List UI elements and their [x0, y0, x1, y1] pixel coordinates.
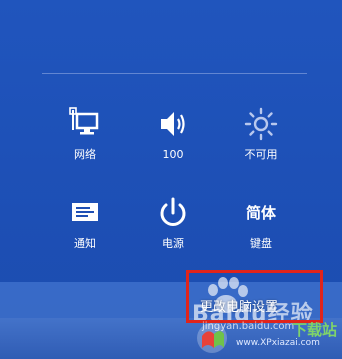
- volume-level: 100: [162, 148, 184, 161]
- settings-charm-panel: 网络 100 不可用 通知 电源 简体 键盘 更改电脑设置 Baidu经验 ji…: [0, 0, 342, 359]
- keyboard-label: 键盘: [250, 237, 272, 250]
- brightness-label: 不可用: [244, 148, 278, 161]
- notifications-label: 通知: [74, 237, 96, 250]
- network-tile[interactable]: 网络: [54, 106, 116, 162]
- volume-tile[interactable]: 100: [142, 106, 204, 162]
- network-label: 网络: [74, 148, 96, 161]
- keyboard-ime-icon: 简体: [245, 204, 276, 222]
- power-label: 电源: [162, 237, 184, 250]
- divider: [42, 73, 307, 74]
- more-pc-settings-link[interactable]: [186, 270, 323, 323]
- power-icon: [160, 197, 186, 226]
- notifications-tile[interactable]: 通知: [54, 195, 116, 251]
- volume-icon: [161, 112, 185, 136]
- power-tile[interactable]: 电源: [142, 195, 204, 251]
- notifications-icon: [72, 203, 98, 221]
- brightness-tile[interactable]: 不可用: [230, 106, 292, 162]
- keyboard-tile[interactable]: 简体 键盘: [230, 195, 292, 251]
- brightness-icon: [244, 107, 278, 141]
- xpx-url-watermark: www.XPxiazai.com: [236, 338, 320, 348]
- xpx-logo-icon: [197, 323, 227, 353]
- network-icon: [69, 107, 99, 135]
- xpx-site-watermark: 下载站: [292, 321, 338, 339]
